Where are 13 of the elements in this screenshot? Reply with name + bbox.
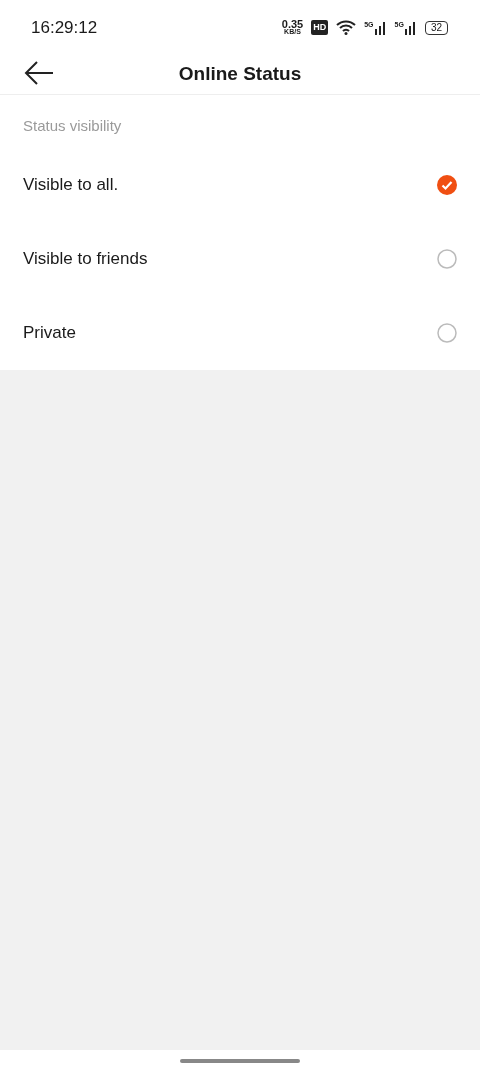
section-label: Status visibility [22, 116, 123, 136]
signal-icon [404, 20, 417, 35]
radio-checked-icon[interactable] [437, 174, 457, 195]
hd-badge: HD [311, 19, 329, 36]
radio-icon[interactable] [437, 248, 457, 269]
home-indicator[interactable] [180, 1059, 300, 1063]
signal-icon [374, 20, 387, 35]
status-time: 16:29:12 [31, 16, 98, 39]
radio-icon[interactable] [437, 322, 457, 343]
wifi-icon [336, 20, 357, 35]
page-title: Online Status [178, 62, 302, 87]
back-icon[interactable] [24, 61, 54, 85]
battery-level: 32 [424, 20, 448, 35]
